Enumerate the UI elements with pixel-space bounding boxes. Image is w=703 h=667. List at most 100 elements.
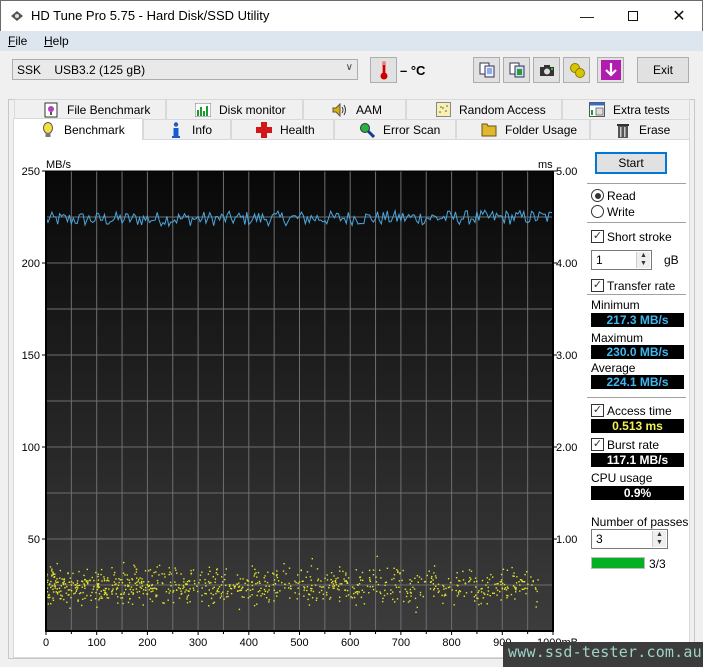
folder-icon xyxy=(481,122,497,138)
spinner-arrows[interactable]: ▲ ▼ xyxy=(652,531,666,547)
access-time-label: Access time xyxy=(607,404,672,418)
burst-rate-value: 117.1 MB/s xyxy=(591,453,684,467)
title-bar: HD Tune Pro 5.75 - Hard Disk/SSD Utility… xyxy=(0,0,703,31)
average-value: 224.1 MB/s xyxy=(591,375,684,389)
write-label: Write xyxy=(607,205,635,219)
screenshot-button[interactable] xyxy=(533,57,560,83)
benchmark-panel xyxy=(13,139,690,658)
average-label: Average xyxy=(591,361,636,375)
trash-icon xyxy=(615,122,631,138)
minimum-label: Minimum xyxy=(591,298,640,312)
maximum-label: Maximum xyxy=(591,331,644,345)
close-button[interactable]: ✕ xyxy=(656,1,702,31)
start-button[interactable]: Start xyxy=(595,152,667,174)
tab-random-access[interactable]: Random Access xyxy=(406,99,562,119)
tab-label: Health xyxy=(280,122,315,137)
info-icon xyxy=(168,121,184,138)
save-button[interactable] xyxy=(597,57,624,83)
random-access-icon xyxy=(435,102,451,118)
file-benchmark-icon xyxy=(43,102,59,118)
menu-bar: File Help xyxy=(0,31,703,51)
divider xyxy=(587,222,686,223)
passes-input[interactable]: 3 ▲ ▼ xyxy=(591,529,668,549)
maximum-value: 230.0 MB/s xyxy=(591,345,684,359)
access-time-value: 0.513 ms xyxy=(591,419,684,433)
menu-file-label: ile xyxy=(15,34,28,48)
exit-button[interactable]: Exit xyxy=(637,57,689,83)
lightbulb-icon xyxy=(40,121,56,138)
download-arrow-icon xyxy=(600,60,621,80)
tab-label: AAM xyxy=(356,102,383,117)
read-label: Read xyxy=(607,189,636,203)
tab-aam[interactable]: AAM xyxy=(303,99,406,119)
temperature-button[interactable] xyxy=(370,57,397,83)
cpu-usage-value: 0.9% xyxy=(591,486,684,500)
magnifier-icon xyxy=(359,122,375,138)
drive-select-value: SSK USB3.2 (125 gB) xyxy=(17,63,146,77)
options-button[interactable] xyxy=(563,57,590,83)
menu-file[interactable]: File xyxy=(8,34,27,48)
menu-help-accel: H xyxy=(44,34,53,48)
tab-label: File Benchmark xyxy=(67,102,151,117)
access-time-checkbox[interactable]: ✓ xyxy=(591,404,604,417)
divider xyxy=(587,397,686,398)
camera-icon xyxy=(539,65,554,76)
tab-benchmark[interactable]: Benchmark xyxy=(13,118,143,140)
tab-error-scan[interactable]: Error Scan xyxy=(334,119,456,139)
window-title: HD Tune Pro 5.75 - Hard Disk/SSD Utility xyxy=(31,8,270,23)
tab-label: Random Access xyxy=(459,102,546,117)
minimize-button[interactable]: — xyxy=(564,1,610,31)
write-radio[interactable] xyxy=(591,205,604,218)
short-stroke-checkbox[interactable]: ✓ xyxy=(591,230,604,243)
tab-extra-tests[interactable]: Extra tests xyxy=(562,99,690,119)
speaker-icon xyxy=(332,102,348,118)
tab-label: Disk monitor xyxy=(219,102,286,117)
hd-tune-app-icon xyxy=(11,11,23,21)
health-cross-icon xyxy=(256,121,272,138)
copy-text-icon xyxy=(479,62,494,78)
tab-disk-monitor[interactable]: Disk monitor xyxy=(166,99,303,119)
temperature-readout: – °C xyxy=(400,63,426,78)
cpu-usage-label: CPU usage xyxy=(591,471,653,485)
divider xyxy=(587,294,686,295)
watermark: www.ssd-tester.com.au xyxy=(503,642,703,667)
copy-text-button[interactable] xyxy=(473,57,500,83)
divider xyxy=(587,183,686,184)
tab-label: Erase xyxy=(639,122,671,137)
passes-label: Number of passes xyxy=(591,515,689,529)
short-stroke-label: Short stroke xyxy=(607,230,672,244)
tab-label: Benchmark xyxy=(64,122,125,137)
spinner-arrows[interactable]: ▲ ▼ xyxy=(636,252,650,268)
copy-image-icon xyxy=(509,62,524,78)
transfer-rate-checkbox[interactable]: ✓ xyxy=(591,279,604,292)
minimize-icon: — xyxy=(580,8,594,24)
menu-help[interactable]: Help xyxy=(44,34,69,48)
tab-erase[interactable]: Erase xyxy=(590,119,690,139)
maximize-button[interactable] xyxy=(610,1,656,31)
thermometer-icon xyxy=(380,61,387,80)
tab-label: Info xyxy=(192,122,213,137)
tab-label: Extra tests xyxy=(613,102,670,117)
tab-info[interactable]: Info xyxy=(143,119,231,139)
minimum-value: 217.3 MB/s xyxy=(591,313,684,327)
close-icon: ✕ xyxy=(672,8,686,25)
tab-folder-usage[interactable]: Folder Usage xyxy=(456,119,590,139)
short-stroke-unit: gB xyxy=(664,253,679,267)
progress-fill xyxy=(592,558,644,568)
read-radio[interactable] xyxy=(591,189,604,202)
tab-health[interactable]: Health xyxy=(231,119,334,139)
passes-progress-bar xyxy=(591,557,645,569)
transfer-rate-label: Transfer rate xyxy=(607,279,676,293)
drive-select[interactable]: SSK USB3.2 (125 gB) ∨ xyxy=(12,59,358,80)
passes-value: 3 xyxy=(596,532,603,546)
extra-tests-icon xyxy=(589,102,605,118)
passes-progress-text: 3/3 xyxy=(649,557,666,571)
copy-image-button[interactable] xyxy=(503,57,530,83)
short-stroke-input[interactable]: 1 ▲ ▼ xyxy=(591,250,652,270)
chevron-down-icon: ∨ xyxy=(345,62,353,73)
tab-file-benchmark[interactable]: File Benchmark xyxy=(14,99,166,119)
tab-label: Error Scan xyxy=(383,122,441,137)
short-stroke-value: 1 xyxy=(596,253,603,267)
disk-monitor-icon xyxy=(195,102,211,118)
burst-rate-checkbox[interactable]: ✓ xyxy=(591,438,604,451)
